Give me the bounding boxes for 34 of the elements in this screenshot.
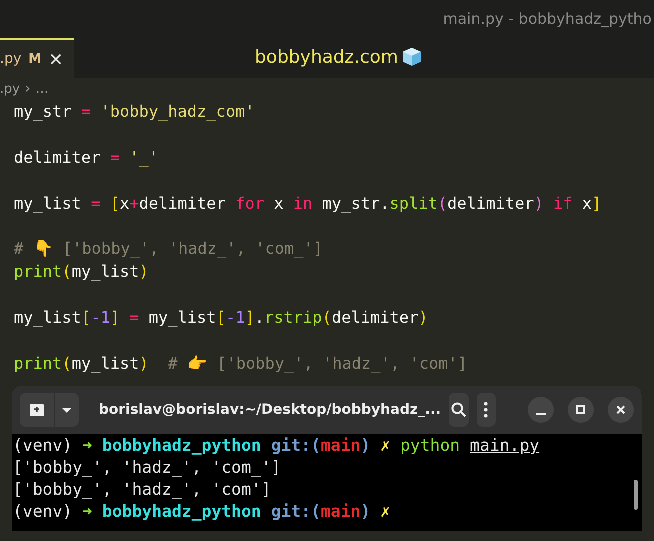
terminal-line: (venv) ➜ bobbyhadz_python git:(main) ✗ [13, 501, 391, 523]
minimize-icon [536, 413, 546, 415]
editor-tab[interactable]: .py M × [0, 38, 74, 78]
terminal-line: (venv) ➜ bobbyhadz_python git:(main) ✗ python main.py [13, 435, 540, 457]
breadcrumb-file[interactable]: .py [0, 82, 20, 96]
menu-button[interactable] [476, 393, 496, 427]
close-button[interactable] [608, 397, 634, 423]
breadcrumb-more[interactable]: … [36, 82, 49, 96]
new-tab-button[interactable] [20, 393, 54, 427]
maximize-button[interactable] [568, 397, 594, 423]
terminal-title: borislav@borislav:~/Desktop/bobbyhadz_... [99, 402, 442, 418]
dropdown-button[interactable] [55, 393, 79, 427]
code-line: print(my_list) # 👉 ['bobby_', 'hadz_', 'com'] [14, 352, 469, 375]
chevron-icon: › [25, 81, 31, 97]
code-line: print(my_list) [14, 261, 150, 284]
menu-icon [484, 402, 488, 418]
window-title: main.py - bobbyhadz_pytho [443, 10, 652, 28]
new-tab-icon [29, 403, 45, 417]
close-icon [616, 405, 626, 415]
code-line: my_str = 'bobby_hadz_com' [14, 101, 256, 123]
site-label: bobbyhadz.com [255, 46, 398, 68]
caret-icon [61, 406, 73, 414]
minimize-button[interactable] [528, 397, 554, 423]
cube-icon [401, 46, 424, 68]
code-line: delimiter = '_' [14, 146, 160, 169]
search-icon [450, 402, 467, 418]
search-button[interactable] [449, 393, 469, 427]
maximize-icon [576, 405, 586, 415]
terminal-line: ['bobby_', 'hadz_', 'com'] [13, 479, 272, 501]
code-line: my_list[-1] = my_list[-1].rstrip(delimiter) [14, 307, 430, 330]
scrollbar[interactable] [634, 480, 638, 510]
terminal-line: ['bobby_', 'hadz_', 'com_'] [13, 457, 282, 479]
code-line: my_list = [x+delimiter for x in my_str.split(delimiter) if x] [14, 192, 603, 215]
code-line: # 👇 ['bobby_', 'hadz_', 'com_'] [14, 238, 324, 260]
